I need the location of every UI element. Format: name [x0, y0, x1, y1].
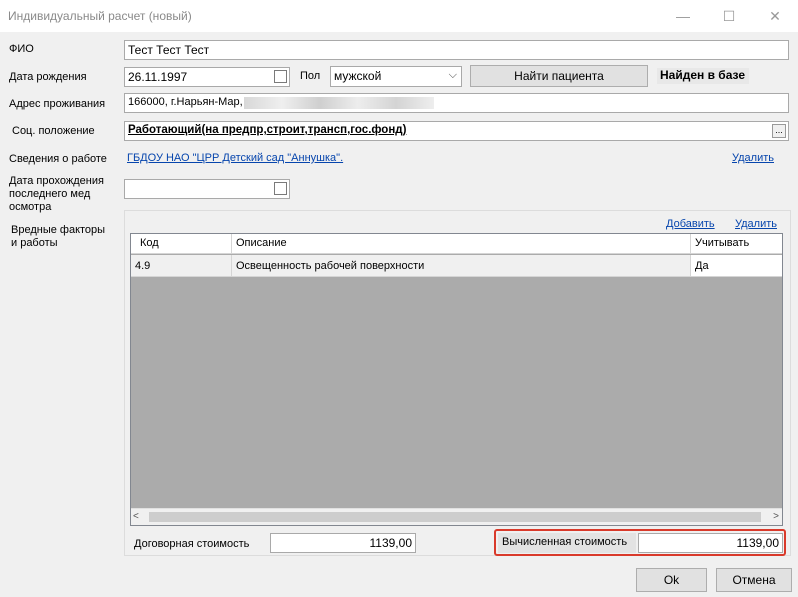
- horizontal-scrollbar[interactable]: < >: [131, 508, 782, 525]
- address-label: Адрес проживания: [9, 98, 106, 110]
- window-title: Индивидуальный расчет (новый): [8, 9, 192, 23]
- table-row[interactable]: 4.9 Освещенность рабочей поверхности Да: [131, 255, 782, 277]
- sex-select[interactable]: мужской ⌵: [330, 66, 462, 87]
- minimize-icon[interactable]: —: [660, 0, 706, 32]
- ok-button[interactable]: Ok: [636, 568, 707, 592]
- calendar-checkbox-icon[interactable]: [274, 70, 287, 83]
- maximize-icon[interactable]: ☐: [706, 0, 752, 32]
- close-icon[interactable]: ✕: [752, 0, 798, 32]
- social-status-browse-button[interactable]: ...: [772, 124, 786, 138]
- column-header-code[interactable]: Код: [131, 234, 232, 254]
- calculated-cost-field[interactable]: 1139,00: [638, 533, 783, 553]
- fio-label: ФИО: [9, 43, 34, 55]
- social-status-label: Соц. положение: [12, 125, 95, 137]
- find-patient-button[interactable]: Найти пациента: [470, 65, 648, 87]
- factor-delete-link[interactable]: Удалить: [735, 218, 777, 230]
- factors-grid[interactable]: Код Описание Учитывать 4.9 Освещенность …: [130, 233, 783, 526]
- social-status-field[interactable]: Работающий(на предпр,строит,трансп,гос.ф…: [124, 121, 789, 141]
- contract-cost-label: Договорная стоимость: [134, 538, 250, 550]
- factor-add-link[interactable]: Добавить: [666, 218, 715, 230]
- birth-date-field[interactable]: 26.11.1997: [124, 67, 290, 87]
- medexam-date-field[interactable]: [124, 179, 290, 199]
- work-link[interactable]: ГБДОУ НАО "ЦРР Детский сад "Аннушка".: [127, 152, 343, 164]
- grid-header: Код Описание Учитывать: [131, 234, 782, 254]
- address-value: 166000, г.Нарьян-Мар,: [128, 96, 243, 108]
- work-label: Сведения о работе: [9, 153, 107, 165]
- scroll-right-icon[interactable]: >: [773, 511, 779, 522]
- cancel-button[interactable]: Отмена: [716, 568, 792, 592]
- harmful-factors-label: Вредные факторы и работы: [11, 224, 106, 249]
- social-status-value: Работающий(на предпр,строит,трансп,гос.ф…: [128, 124, 407, 136]
- work-delete-link[interactable]: Удалить: [732, 152, 774, 164]
- found-status-badge: Найден в базе: [657, 68, 749, 84]
- calculated-cost-label: Вычисленная стоимость: [498, 533, 636, 553]
- address-redacted: [244, 97, 434, 109]
- medexam-label: Дата прохождения последнего мед осмотра: [9, 175, 104, 213]
- medexam-calendar-checkbox-icon[interactable]: [274, 182, 287, 195]
- fio-field[interactable]: Тест Тест Тест: [124, 40, 789, 60]
- sex-label: Пол: [300, 70, 321, 82]
- row-code-cell[interactable]: 4.9: [131, 255, 232, 277]
- row-description-cell[interactable]: Освещенность рабочей поверхности: [232, 255, 691, 277]
- sex-select-value: мужской: [334, 69, 382, 83]
- scrollbar-thumb[interactable]: [149, 512, 761, 522]
- birth-date-value: 26.11.1997: [128, 70, 188, 84]
- scroll-left-icon[interactable]: <: [133, 511, 139, 522]
- row-consider-cell[interactable]: Да: [691, 255, 782, 277]
- contract-cost-field[interactable]: 1139,00: [270, 533, 416, 553]
- address-field[interactable]: 166000, г.Нарьян-Мар,: [124, 93, 789, 113]
- column-header-consider[interactable]: Учитывать: [691, 234, 782, 254]
- column-header-description[interactable]: Описание: [232, 234, 691, 254]
- title-bar: Индивидуальный расчет (новый) — ☐ ✕: [0, 0, 798, 32]
- chevron-down-icon: ⌵: [448, 69, 457, 81]
- birth-date-label: Дата рождения: [9, 71, 87, 83]
